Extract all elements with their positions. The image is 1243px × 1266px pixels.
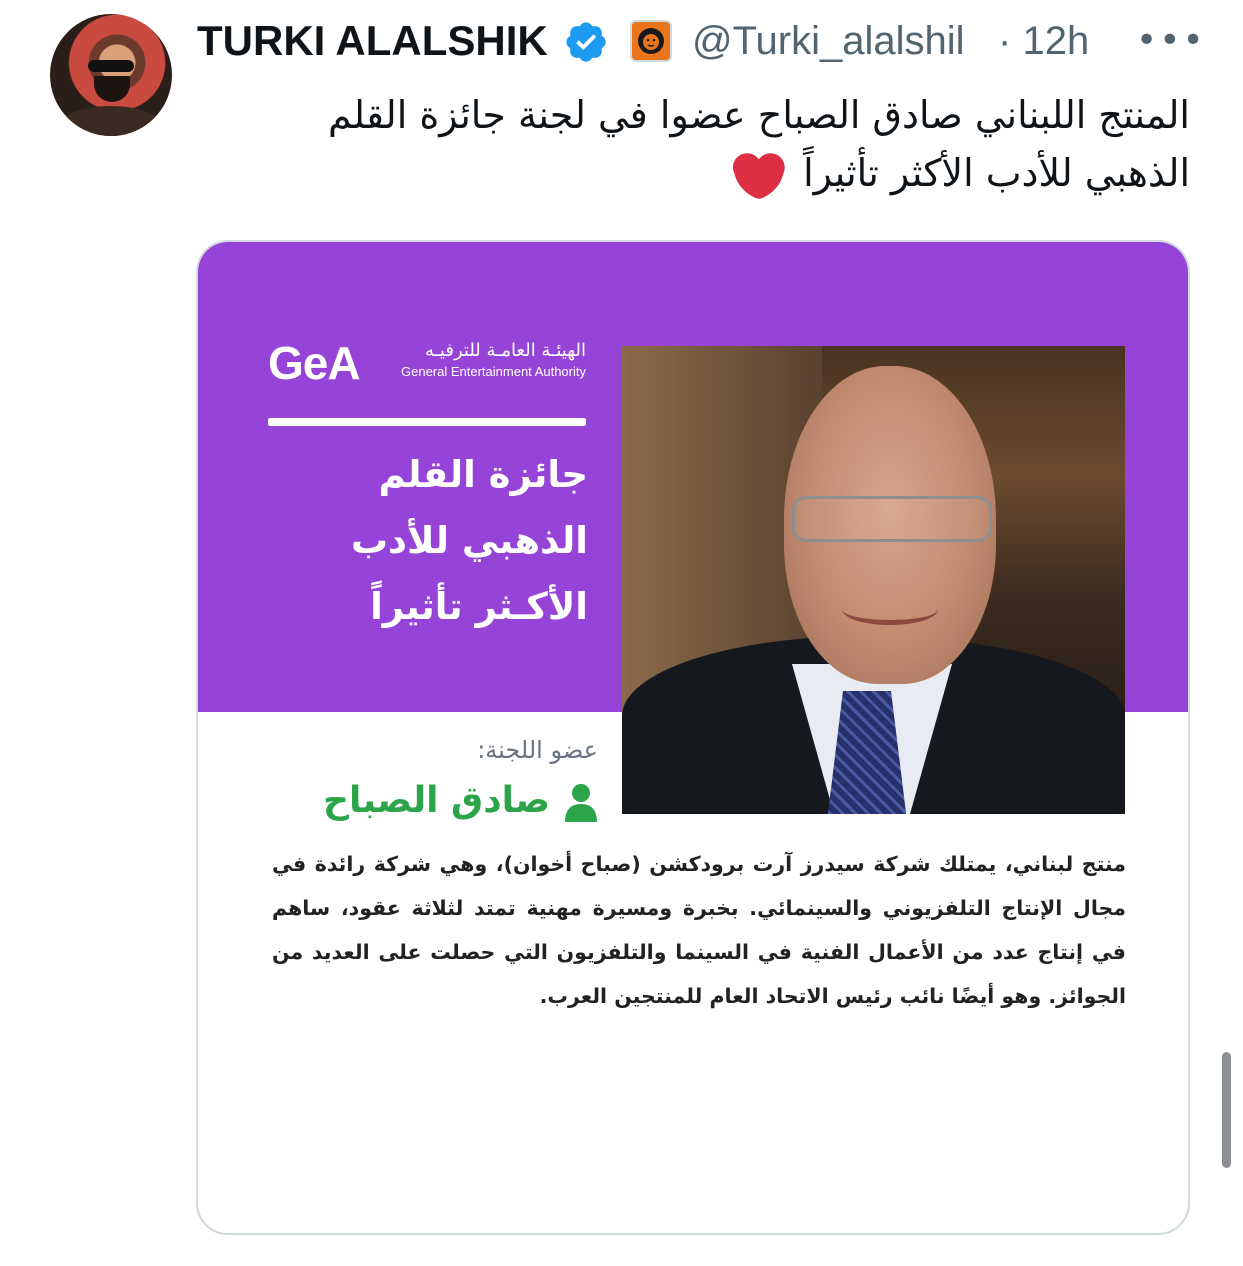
author-handle[interactable]: @Turki_alalshil xyxy=(692,14,998,68)
avatar-sunglasses xyxy=(88,60,134,72)
gea-logo-letters: GeA xyxy=(268,337,361,389)
lion-affiliate-icon[interactable] xyxy=(630,20,672,62)
member-name: صادق الصباح xyxy=(323,780,550,821)
tweet-time[interactable]: 12h xyxy=(1022,19,1089,63)
member-label: عضو اللجنة: xyxy=(477,736,598,764)
author-avatar[interactable] xyxy=(50,14,172,136)
photo-glasses xyxy=(792,496,992,542)
avatar-thobe xyxy=(60,106,162,136)
photo-smile xyxy=(842,594,938,625)
logo-divider xyxy=(268,418,586,426)
gea-logo: GeA الهيئـة العامـة للترفيـه General Ent… xyxy=(268,338,586,388)
person-icon xyxy=(565,784,597,822)
media-card[interactable]: GeA الهيئـة العامـة للترفيـه General Ent… xyxy=(196,240,1190,1235)
more-options-icon[interactable]: ••• xyxy=(1136,14,1204,68)
lion-face-icon xyxy=(638,28,664,54)
author-name[interactable]: TURKI ALALSHIK xyxy=(197,14,555,68)
separator-dot: · xyxy=(998,19,1012,63)
avatar-beard xyxy=(94,76,130,102)
red-heart-icon xyxy=(732,152,785,199)
author-handle-line: @Turki_alalshil · 12h xyxy=(692,14,1089,68)
scrollbar-thumb[interactable] xyxy=(1222,1052,1231,1168)
gea-logo-english: General Entertainment Authority xyxy=(401,364,586,379)
member-name-row: صادق الصباح xyxy=(298,776,598,826)
member-photo xyxy=(622,346,1125,814)
verified-badge-icon[interactable] xyxy=(563,19,609,65)
member-bio: منتج لبناني، يمتلك شركة سيدرز آرت برودكش… xyxy=(272,852,1126,1008)
tweet-view: TURKI ALALSHIK @Turki_alalshil · 12h ••• … xyxy=(0,0,1243,1266)
award-title: جائزة القلم الذهبي للأدب الأكـثر تأثيراً xyxy=(350,453,588,628)
tweet-text: المنتج اللبناني صادق الصباح عضوا في لجنة… xyxy=(240,86,1190,202)
gea-logo-arabic: الهيئـة العامـة للترفيـه xyxy=(425,340,586,361)
